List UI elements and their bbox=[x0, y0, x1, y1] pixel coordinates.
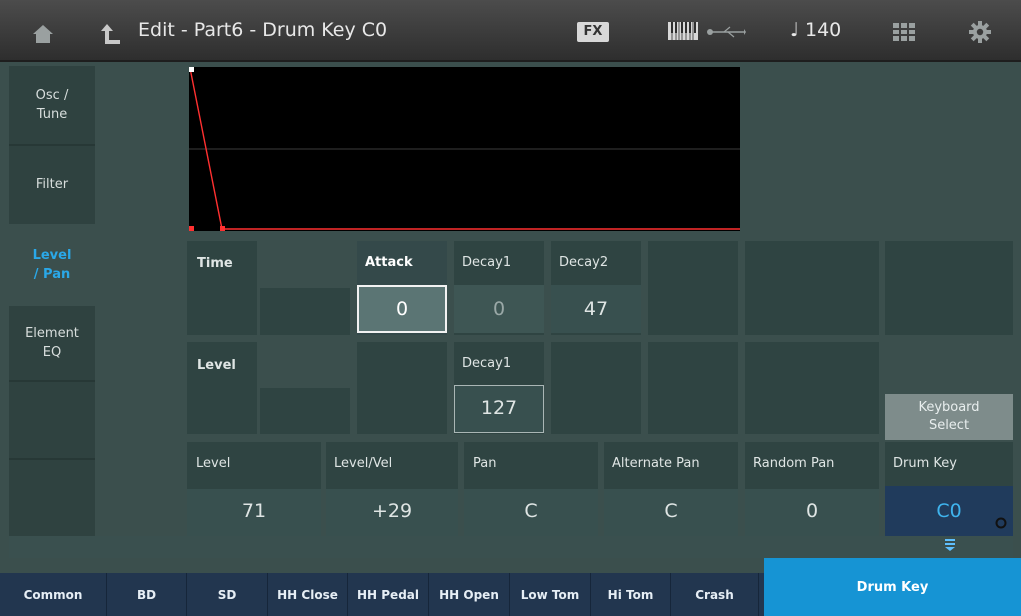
attack-label: Attack bbox=[365, 255, 413, 270]
tab-bd[interactable]: BD bbox=[107, 573, 187, 616]
decay1-time-label: Decay1 bbox=[462, 255, 512, 270]
grid-menu-icon[interactable] bbox=[893, 23, 915, 41]
level-vel-label: Level/Vel bbox=[334, 456, 393, 471]
tab-hi-tom[interactable]: Hi Tom bbox=[591, 573, 671, 616]
pan-value: C bbox=[524, 500, 538, 522]
nav-element-eq[interactable]: Element EQ bbox=[9, 306, 95, 380]
tempo-display[interactable]: ♩ 140 bbox=[790, 19, 841, 41]
level-empty-cell bbox=[260, 388, 350, 434]
keyboard-select-button[interactable]: Keyboard Select bbox=[885, 394, 1013, 440]
level-param-label: Level bbox=[196, 456, 231, 471]
random-pan-label: Random Pan bbox=[753, 456, 835, 471]
drum-key-label: Drum Key bbox=[893, 456, 957, 471]
decay1-level-label: Decay1 bbox=[462, 356, 512, 371]
tab-hh-pedal[interactable]: HH Pedal bbox=[348, 573, 429, 616]
nav-empty-2[interactable] bbox=[9, 460, 95, 536]
level-empty-cell bbox=[745, 342, 879, 434]
level-empty-cell bbox=[648, 342, 738, 434]
nav-osc-tune[interactable]: Osc / Tune bbox=[9, 66, 95, 144]
level-empty-cell bbox=[551, 342, 641, 434]
envelope-point-decay[interactable] bbox=[220, 226, 225, 231]
nav-empty-1[interactable] bbox=[9, 382, 95, 458]
screen: Edit - Part6 - Drum Key C0 FX ♩ 140 Osc … bbox=[0, 0, 1021, 616]
tab-sd[interactable]: SD bbox=[187, 573, 268, 616]
alternate-pan-value: C bbox=[664, 500, 678, 522]
tab-hh-open[interactable]: HH Open bbox=[429, 573, 510, 616]
back-arrow-icon[interactable] bbox=[100, 22, 122, 46]
envelope-point-origin[interactable] bbox=[189, 226, 194, 231]
tab-common[interactable]: Common bbox=[0, 573, 107, 616]
decay2-time-value: 47 bbox=[583, 298, 609, 320]
expand-down-icon[interactable] bbox=[944, 538, 956, 552]
scroll-strip bbox=[9, 536, 1013, 558]
envelope-point-start[interactable] bbox=[189, 67, 194, 72]
time-empty-cell bbox=[885, 241, 1013, 335]
alternate-pan-label: Alternate Pan bbox=[612, 456, 700, 471]
level-param-value: 71 bbox=[241, 500, 267, 522]
decay1-level-value: 127 bbox=[480, 397, 518, 419]
decay2-time-label: Decay2 bbox=[559, 255, 609, 270]
page-title: Edit - Part6 - Drum Key C0 bbox=[138, 19, 388, 41]
random-pan-value: 0 bbox=[805, 500, 819, 522]
nav-level-pan[interactable]: Level / Pan bbox=[9, 226, 95, 304]
top-bar: Edit - Part6 - Drum Key C0 FX ♩ 140 bbox=[0, 0, 1021, 62]
level-vel-value: +29 bbox=[371, 500, 413, 522]
tab-crash[interactable]: Crash bbox=[671, 573, 759, 616]
time-empty-cell bbox=[260, 288, 350, 335]
gear-icon[interactable] bbox=[969, 21, 991, 43]
keyboard-icon[interactable] bbox=[668, 22, 698, 40]
tab-hh-close[interactable]: HH Close bbox=[268, 573, 348, 616]
nav-filter[interactable]: Filter bbox=[9, 146, 95, 224]
tab-low-tom[interactable]: Low Tom bbox=[510, 573, 591, 616]
knob-indicator-icon bbox=[995, 517, 1007, 529]
usb-icon bbox=[707, 26, 746, 38]
time-empty-cell bbox=[745, 241, 879, 335]
level-label: Level bbox=[197, 358, 236, 373]
time-label: Time bbox=[197, 256, 233, 271]
home-icon[interactable] bbox=[32, 24, 54, 44]
pan-label: Pan bbox=[473, 456, 497, 471]
decay1-time-value: 0 bbox=[492, 298, 506, 320]
tab-drum-key[interactable]: Drum Key bbox=[764, 558, 1021, 616]
envelope-graph[interactable] bbox=[189, 67, 740, 231]
level-label-cell bbox=[187, 342, 257, 434]
level-empty-cell bbox=[357, 342, 447, 434]
attack-value: 0 bbox=[395, 298, 409, 320]
fx-button[interactable]: FX bbox=[577, 22, 609, 42]
time-empty-cell bbox=[648, 241, 738, 335]
drum-key-value: C0 bbox=[936, 500, 962, 522]
